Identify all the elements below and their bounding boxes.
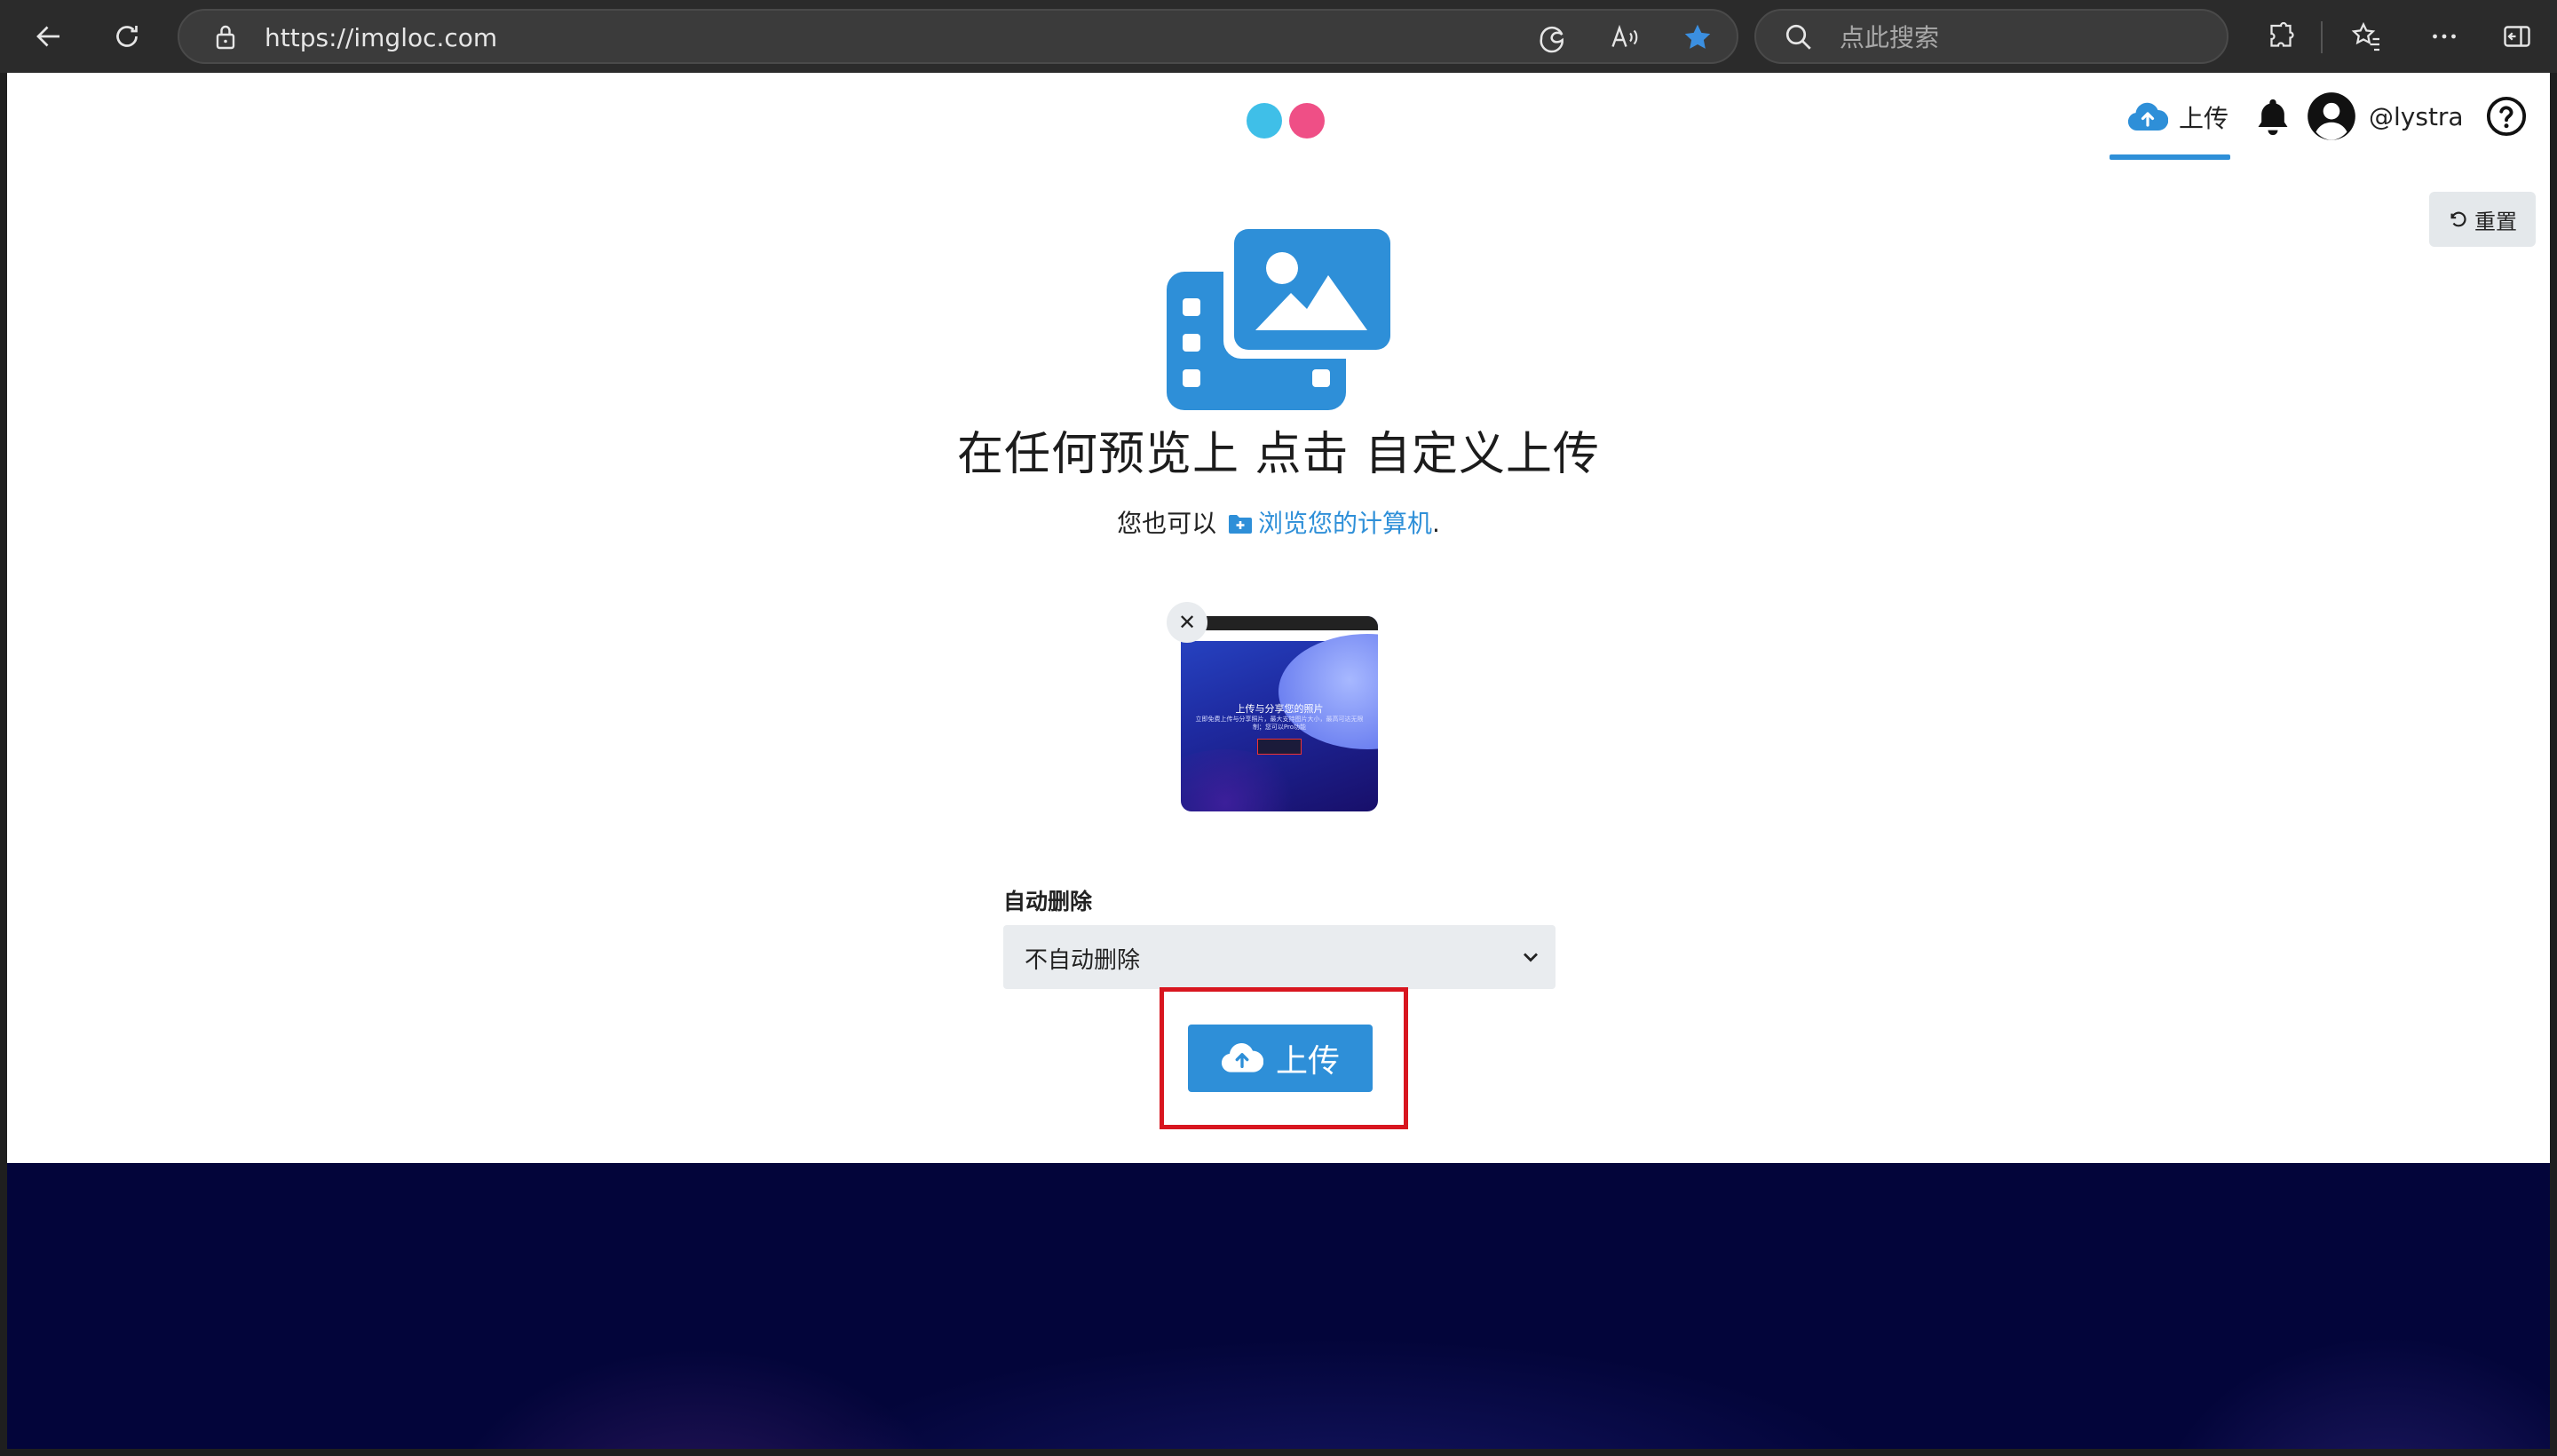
address-bar[interactable]: https://imgloc.com: [178, 9, 1738, 64]
nav-upload-label: 上传: [2179, 104, 2229, 133]
preview-inner-button: [1257, 739, 1302, 755]
user-avatar-icon: [2308, 92, 2355, 140]
folder-plus-icon[interactable]: [1228, 513, 1253, 534]
preview-inner-title: 上传与分享您的照片: [1235, 703, 1324, 715]
close-icon: ✕: [1177, 610, 1197, 635]
read-aloud-icon: [1611, 24, 1638, 47]
favorites-button[interactable]: [2342, 12, 2390, 60]
logo-dot-pink: [1289, 103, 1325, 138]
page-viewport: 上传 @lystra 重置 在任何预览上 点击 自定义上传 您也可以 浏览您的计…: [7, 73, 2550, 1449]
cloud-upload-icon: [1221, 1043, 1263, 1072]
upload-preview-thumbnail[interactable]: 上传与分享您的照片 立即免费上传与分享照片，最大支持图片大小，最高可达无限制；您…: [1181, 616, 1378, 811]
read-aloud-button[interactable]: [1607, 20, 1643, 55]
lock-icon: [216, 25, 235, 50]
back-button[interactable]: [25, 12, 73, 60]
auto-delete-value: 不自动删除: [1025, 947, 1141, 974]
edge-icon: [1540, 26, 1563, 53]
cloud-upload-icon: [2127, 102, 2168, 131]
reset-label: 重置: [2474, 209, 2517, 234]
url-text[interactable]: https://imgloc.com: [265, 23, 497, 53]
favorite-button[interactable]: [1680, 20, 1715, 55]
preview-inner-text: 立即免费上传与分享照片，最大支持图片大小，最高可达无限制；您可以Pro功能: [1195, 716, 1364, 731]
browse-suffix: .: [1432, 509, 1440, 538]
browse-line: 您也可以 浏览您的计算机.: [7, 508, 2550, 540]
upload-button-label: 上传: [1275, 1043, 1340, 1080]
photo-video-icon: [1167, 229, 1392, 410]
username: @lystra: [2369, 101, 2464, 131]
browse-computer-link[interactable]: 浏览您的计算机: [1258, 509, 1432, 538]
site-logo[interactable]: [1239, 101, 1328, 140]
ellipsis-icon: [2433, 34, 2456, 39]
reset-button[interactable]: 重置: [2429, 192, 2536, 247]
help-icon[interactable]: [2486, 96, 2527, 137]
auto-delete-select[interactable]: 不自动删除: [1003, 925, 1556, 989]
remove-preview-button[interactable]: ✕: [1167, 602, 1207, 643]
page-headline: 在任何预览上 点击 自定义上传: [956, 428, 1601, 481]
chevron-down-icon: [1524, 953, 1538, 962]
more-menu-button[interactable]: [2420, 12, 2468, 60]
toolbar-divider: [2321, 21, 2323, 53]
user-menu[interactable]: @lystra: [2307, 91, 2464, 142]
footer-background: [7, 1163, 2550, 1449]
logo-dot-blue: [1247, 103, 1282, 138]
search-placeholder: 点此搜索: [1840, 23, 1940, 52]
sidebar-icon: [2504, 26, 2530, 47]
auto-delete-label: 自动删除: [1003, 889, 1093, 914]
nav-upload-tab[interactable]: 上传: [2110, 89, 2230, 146]
browser-toolbar: https://imgloc.com 点此搜索: [0, 0, 2557, 73]
puzzle-icon: [2270, 21, 2294, 47]
extensions-button[interactable]: [2257, 12, 2305, 60]
sidebar-toggle-button[interactable]: [2493, 12, 2541, 60]
edge-sidebar-button[interactable]: [1534, 20, 1570, 55]
refresh-icon: [116, 26, 138, 47]
favorites-list-icon: [2351, 21, 2379, 51]
browser-search-bar[interactable]: 点此搜索: [1754, 9, 2228, 64]
back-arrow-icon: [36, 26, 59, 47]
refresh-button[interactable]: [103, 12, 151, 60]
search-icon: [1785, 24, 1811, 50]
preview-browser-strip: [1181, 616, 1378, 630]
upload-button[interactable]: 上传: [1188, 1025, 1373, 1092]
bell-icon[interactable]: [2253, 96, 2292, 138]
nav-active-underline: [2110, 154, 2230, 160]
star-filled-icon: [1684, 24, 1711, 49]
preview-wave-dark: [1181, 749, 1305, 811]
undo-icon: [2450, 211, 2466, 227]
browse-prefix: 您也可以: [1117, 509, 1217, 538]
preview-wave-light: [1278, 634, 1378, 749]
